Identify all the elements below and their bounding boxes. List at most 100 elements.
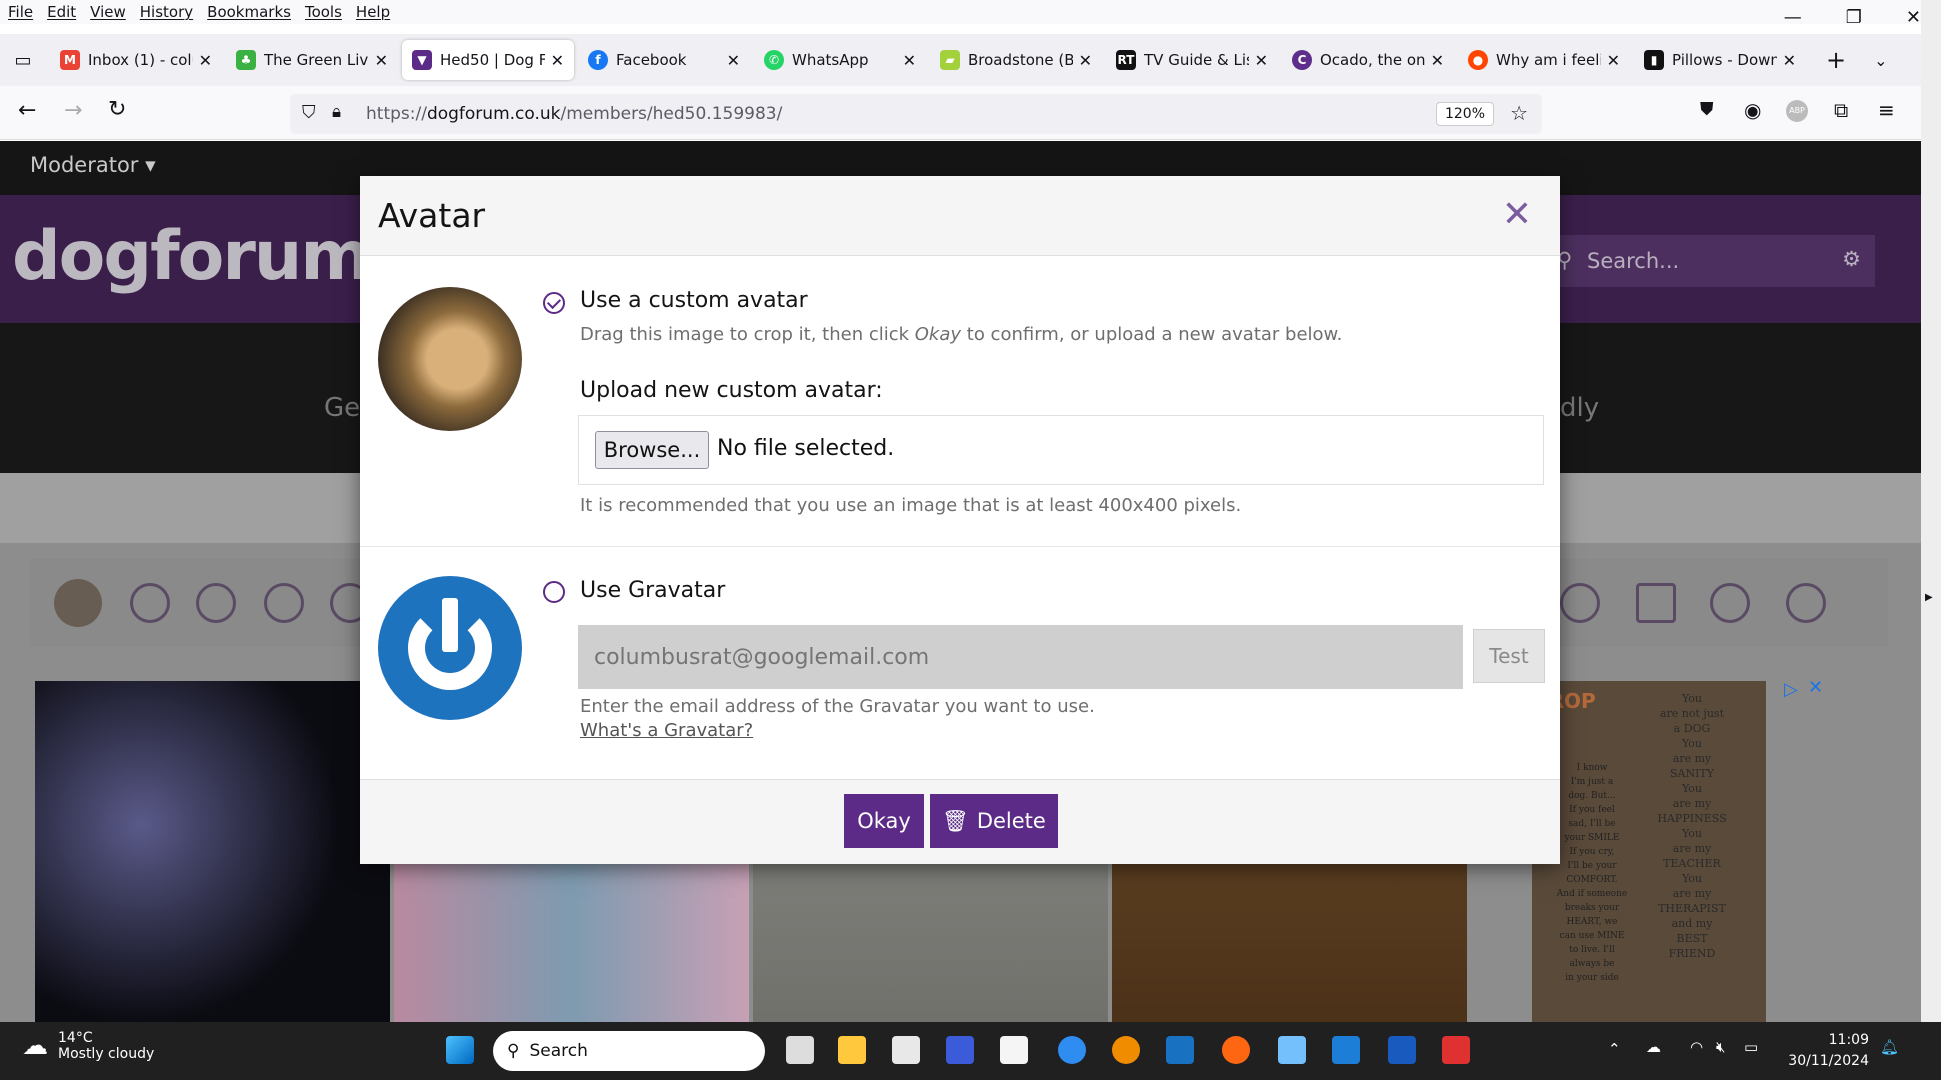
tab-gmail[interactable]: M Inbox (1) - colu ✕	[50, 40, 222, 80]
gravatar-image[interactable]	[378, 576, 522, 720]
onedrive-icon[interactable]: ☁	[1646, 1038, 1661, 1056]
camera-icon[interactable]	[1332, 1036, 1360, 1064]
store-icon[interactable]	[892, 1036, 920, 1064]
url-bar[interactable]: ⛉ 🔒︎ https://dogforum.co.uk/members/hed5…	[290, 94, 1542, 134]
photos-icon[interactable]	[1278, 1036, 1306, 1064]
adblock-icon[interactable]: ABP	[1786, 100, 1808, 122]
close-window-icon[interactable]: ✕	[1906, 7, 1921, 28]
close-tab-icon[interactable]: ✕	[199, 51, 212, 70]
url-text[interactable]: https://dogforum.co.uk/members/hed50.159…	[366, 104, 782, 124]
custom-avatar-radio[interactable]	[543, 292, 565, 314]
list-tabs-icon[interactable]: ⌄	[1874, 51, 1887, 70]
menu-help[interactable]: Help	[356, 3, 390, 21]
whats-gravatar-link[interactable]: What's a Gravatar?	[580, 720, 753, 741]
okay-button[interactable]: Okay	[844, 794, 924, 848]
task-view-icon[interactable]	[786, 1036, 814, 1064]
app-eye-icon[interactable]	[1112, 1036, 1140, 1064]
volume-icon[interactable]: 🔇︎	[1716, 1038, 1725, 1056]
close-tab-icon[interactable]: ✕	[1255, 51, 1268, 70]
ad-poster[interactable]: DROP You are not just a DOG You are my SANITY…	[1532, 681, 1766, 1022]
back-icon[interactable]: ←	[18, 98, 36, 123]
menu-hamburger-icon[interactable]: ≡	[1878, 98, 1895, 122]
minimize-icon[interactable]: —	[1784, 7, 1802, 28]
moderator-menu[interactable]: Moderator ▾	[30, 153, 156, 177]
close-tab-icon[interactable]: ✕	[375, 51, 388, 70]
pocket-icon[interactable]: ⛊	[1700, 99, 1714, 120]
app-icon[interactable]	[946, 1036, 974, 1064]
tab-broadstone[interactable]: ▰ Broadstone (Bo ✕	[930, 40, 1102, 80]
close-tab-icon[interactable]: ✕	[1431, 51, 1444, 70]
taskbar-clock[interactable]: 11:09 30/11/2024	[1785, 1030, 1869, 1072]
battery-icon[interactable]: ▭	[1744, 1038, 1758, 1056]
bookmark-star-icon[interactable]: ☆	[1510, 101, 1528, 125]
browse-button[interactable]: Browse...	[595, 431, 709, 469]
tab-whatsapp[interactable]: ✆ WhatsApp ✕	[754, 40, 926, 80]
thunderbird-icon[interactable]	[1058, 1036, 1086, 1064]
close-tab-icon[interactable]: ✕	[903, 51, 916, 70]
shield-icon[interactable]: ⛉	[302, 102, 316, 123]
gravatar-radio[interactable]	[543, 581, 565, 603]
test-button[interactable]: Test	[1473, 629, 1545, 683]
forward-icon[interactable]: →	[64, 98, 82, 123]
close-tab-icon[interactable]: ✕	[1079, 51, 1092, 70]
gear-icon[interactable]: ⚙	[1842, 247, 1861, 271]
lock-icon[interactable]: 🔒︎	[332, 102, 341, 122]
gravatar-label[interactable]: Use Gravatar	[580, 578, 725, 603]
taskbar-search[interactable]: ⚲ Search	[493, 1031, 765, 1071]
weather-widget[interactable]: ☁ 14°C Mostly cloudy	[22, 1030, 154, 1062]
music-icon[interactable]	[1166, 1036, 1194, 1064]
wifi-icon[interactable]: ◠	[1690, 1038, 1703, 1056]
lightbulb-icon[interactable]	[1786, 583, 1826, 623]
profile-icon[interactable]	[130, 583, 170, 623]
close-tab-icon[interactable]: ✕	[1607, 51, 1620, 70]
menu-tools[interactable]: Tools	[305, 3, 342, 21]
restore-icon[interactable]: ❐	[1846, 7, 1862, 28]
settings-icon[interactable]	[196, 583, 236, 623]
acrobat-icon[interactable]	[1442, 1036, 1470, 1064]
zoom-level[interactable]: 120%	[1435, 102, 1494, 126]
delete-button[interactable]: 🗑︎ Delete	[930, 794, 1058, 848]
menu-bookmarks[interactable]: Bookmarks	[207, 3, 291, 21]
tray-chevron-icon[interactable]: ⌃	[1608, 1040, 1621, 1058]
start-icon[interactable]	[446, 1036, 474, 1064]
nav-item-left[interactable]: Ge	[324, 393, 360, 423]
custom-avatar-label[interactable]: Use a custom avatar	[580, 288, 808, 313]
user-avatar[interactable]	[54, 579, 102, 627]
tab-tv-guide[interactable]: RT TV Guide & List ✕	[1106, 40, 1278, 80]
close-icon[interactable]: ✕	[1502, 194, 1532, 235]
scroll-arrow-icon[interactable]: ▶	[1925, 592, 1933, 603]
site-search[interactable]: ⚲ Search... ⚙	[1545, 235, 1875, 287]
tab-pillows[interactable]: ▮ Pillows - Down ✕	[1634, 40, 1806, 80]
file-upload-field[interactable]: Browse... No file selected.	[578, 415, 1544, 485]
menu-edit[interactable]: Edit	[47, 3, 76, 21]
close-tab-icon[interactable]: ✕	[1783, 51, 1796, 70]
tab-green-living[interactable]: ♣The Green Livin✕	[226, 40, 398, 80]
close-tab-icon[interactable]: ✕	[551, 51, 564, 70]
extensions-icon[interactable]: ⧉	[1834, 98, 1848, 122]
tab-reddit[interactable]: ●Why am i feelin✕	[1458, 40, 1630, 80]
menu-history[interactable]: History	[140, 3, 193, 21]
close-tab-icon[interactable]: ✕	[727, 51, 740, 70]
help-icon[interactable]	[264, 583, 304, 623]
tab-facebook[interactable]: f Facebook ✕	[578, 40, 750, 80]
gravatar-email-input[interactable]	[578, 625, 1463, 689]
menu-view[interactable]: View	[90, 3, 126, 21]
new-tab-icon[interactable]: +	[1826, 46, 1846, 74]
tab-overview-icon[interactable]: ▭	[0, 50, 46, 71]
account-icon[interactable]: ◉	[1744, 98, 1761, 122]
page-scrollbar[interactable]: ▶	[1921, 0, 1941, 1022]
file-explorer-icon[interactable]	[838, 1036, 866, 1064]
ad-close-icon[interactable]: ✕	[1808, 677, 1823, 698]
members-icon[interactable]	[1560, 583, 1600, 623]
tab-dogforum[interactable]: ▼ Hed50 | Dog Fo ✕	[402, 40, 574, 80]
mail-icon[interactable]	[1636, 583, 1676, 623]
word-icon[interactable]	[1388, 1036, 1416, 1064]
ad-lights[interactable]	[35, 681, 390, 1022]
custom-avatar-image[interactable]	[378, 287, 522, 431]
tab-ocado[interactable]: C Ocado, the onli ✕	[1282, 40, 1454, 80]
site-logo[interactable]: dogforum.	[12, 217, 395, 296]
menu-file[interactable]: File	[8, 3, 33, 21]
notification-bell-icon[interactable]: 🔔︎	[1880, 1038, 1899, 1056]
snipping-icon[interactable]	[1000, 1036, 1028, 1064]
bell-icon[interactable]	[1710, 583, 1750, 623]
